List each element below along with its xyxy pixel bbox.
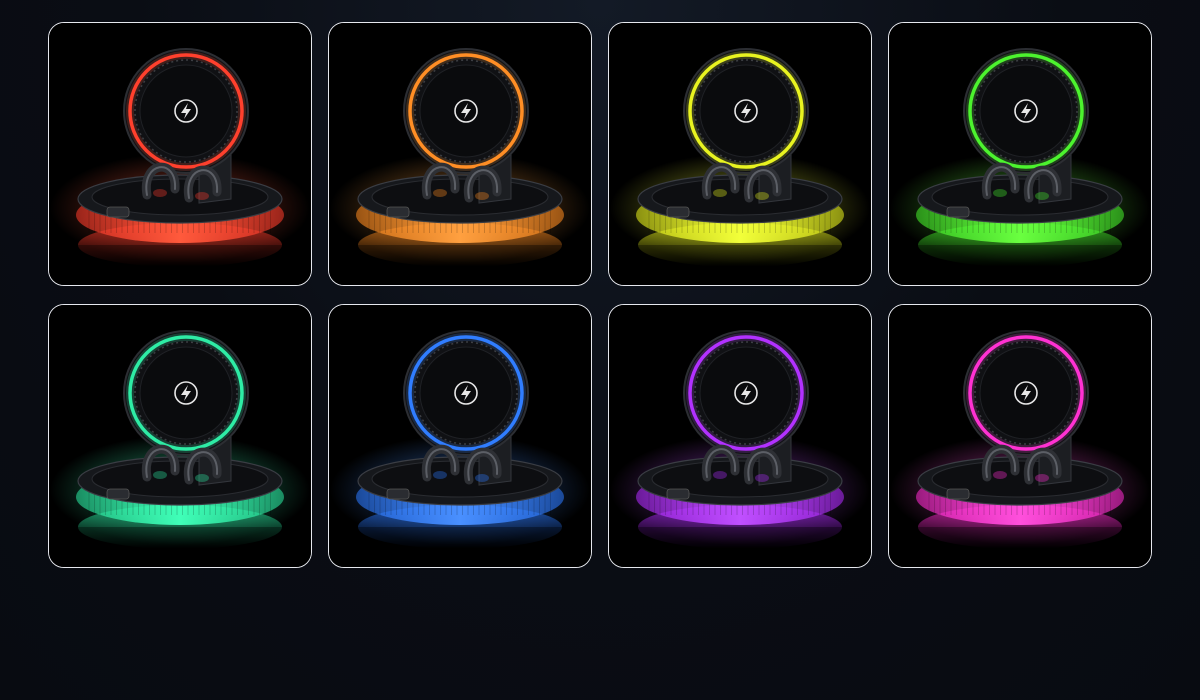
glowing-base-ring	[76, 174, 284, 243]
charging-dock-illustration	[609, 305, 871, 567]
charging-dock-illustration	[609, 23, 871, 285]
color-variant-tile-blue[interactable]	[328, 304, 592, 568]
charging-dock-illustration	[889, 305, 1151, 567]
color-variant-tile-orange[interactable]	[328, 22, 592, 286]
charging-dock-illustration	[329, 305, 591, 567]
charging-dock-illustration	[889, 23, 1151, 285]
charging-dock-illustration	[49, 23, 311, 285]
color-variant-tile-green[interactable]	[888, 22, 1152, 286]
color-variant-tile-pink[interactable]	[888, 304, 1152, 568]
glowing-base-ring	[916, 174, 1124, 243]
glowing-base-ring	[356, 174, 564, 243]
page	[0, 0, 1200, 700]
glowing-base-ring	[356, 456, 564, 525]
color-variant-grid	[48, 22, 1152, 568]
glowing-base-ring	[636, 456, 844, 525]
glowing-base-ring	[916, 456, 1124, 525]
charging-dock-illustration	[329, 23, 591, 285]
color-variant-tile-mint[interactable]	[48, 304, 312, 568]
color-variant-tile-red[interactable]	[48, 22, 312, 286]
color-variant-tile-purple[interactable]	[608, 304, 872, 568]
glowing-base-ring	[636, 174, 844, 243]
charging-dock-illustration	[49, 305, 311, 567]
color-variant-tile-yellow[interactable]	[608, 22, 872, 286]
glowing-base-ring	[76, 456, 284, 525]
